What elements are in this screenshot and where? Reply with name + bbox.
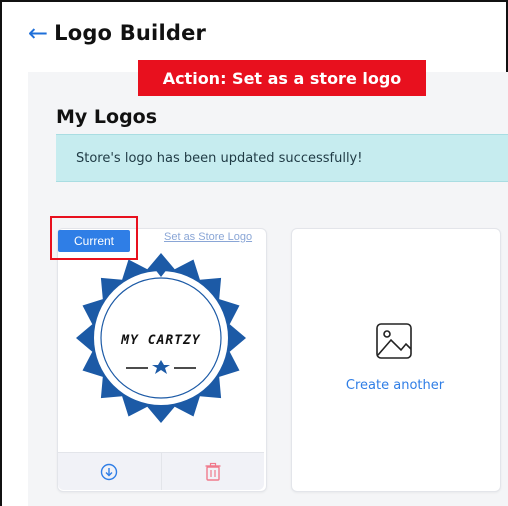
set-as-store-logo-link[interactable]: Set as Store Logo bbox=[164, 231, 252, 243]
delete-button[interactable] bbox=[160, 453, 265, 490]
arrow-left-icon[interactable]: ← bbox=[28, 21, 48, 45]
trash-icon bbox=[205, 462, 221, 481]
section-title: My Logos bbox=[56, 106, 158, 128]
create-another-card[interactable] bbox=[291, 228, 501, 492]
window-frame-top bbox=[0, 0, 508, 2]
window-frame-left bbox=[0, 0, 2, 506]
logo-preview: MY CARTZY bbox=[76, 253, 246, 423]
action-banner: Action: Set as a store logo bbox=[138, 60, 426, 96]
logo-text: MY CARTZY bbox=[120, 333, 201, 348]
alert-message: Store's logo has been updated successful… bbox=[76, 150, 363, 166]
download-icon bbox=[101, 463, 118, 480]
page-title: Logo Builder bbox=[54, 21, 207, 45]
page-header: ← Logo Builder bbox=[28, 18, 206, 48]
image-icon bbox=[376, 323, 412, 359]
logo-card-actions bbox=[58, 452, 264, 490]
download-button[interactable] bbox=[58, 453, 161, 490]
success-alert: Store's logo has been updated successful… bbox=[56, 134, 508, 182]
create-another-label[interactable]: Create another bbox=[291, 378, 499, 393]
